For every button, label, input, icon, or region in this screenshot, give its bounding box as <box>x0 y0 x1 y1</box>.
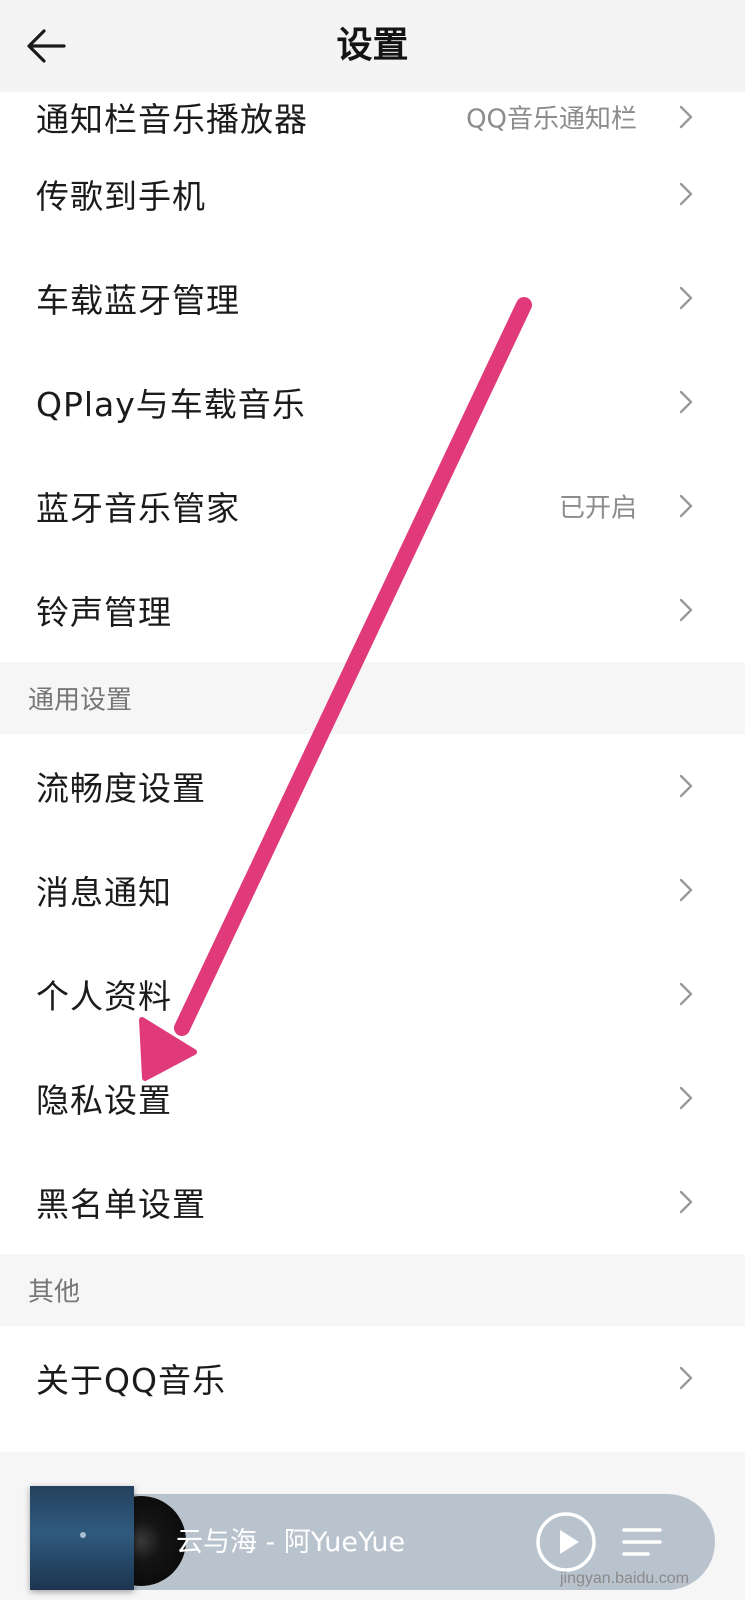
section-title: 通用设置 <box>28 685 133 716</box>
chevron-right-icon <box>679 598 693 622</box>
album-cover[interactable] <box>30 1486 134 1590</box>
chevron-right-icon <box>679 286 693 310</box>
settings-row-label: QPlay与车载音乐 <box>36 385 306 424</box>
chevron-right-icon <box>679 1086 693 1110</box>
settings-row-value: 已开启 <box>558 493 637 524</box>
chevron-right-icon <box>679 982 693 1006</box>
settings-row-profile[interactable]: 个人资料 <box>0 942 745 1046</box>
chevron-right-icon <box>679 878 693 902</box>
settings-row-blacklist[interactable]: 黑名单设置 <box>0 1150 745 1254</box>
chevron-right-icon <box>679 105 693 129</box>
playlist-icon[interactable] <box>620 1522 664 1562</box>
settings-row-notification-player[interactable]: 通知栏音乐播放器 QQ音乐通知栏 <box>0 92 745 142</box>
settings-row-label: 铃声管理 <box>36 593 172 632</box>
settings-row-bluetooth-music[interactable]: 蓝牙音乐管家 已开启 <box>0 454 745 558</box>
settings-row-privacy[interactable]: 隐私设置 <box>0 1046 745 1150</box>
settings-row-value: QQ音乐通知栏 <box>466 104 637 135</box>
page-title: 设置 <box>336 25 409 66</box>
settings-row-label: 蓝牙音乐管家 <box>36 489 240 528</box>
settings-row-label: 传歌到手机 <box>36 177 206 216</box>
song-title: 云与海 - 阿YueYue <box>176 1527 406 1558</box>
settings-row-qplay[interactable]: QPlay与车载音乐 <box>0 350 745 454</box>
settings-row-about[interactable]: 关于QQ音乐 <box>0 1326 745 1430</box>
chevron-right-icon <box>679 390 693 414</box>
settings-row-smoothness[interactable]: 流畅度设置 <box>0 734 745 838</box>
section-header-other: 其他 <box>0 1254 745 1326</box>
chevron-right-icon <box>679 1366 693 1390</box>
settings-list: 通知栏音乐播放器 QQ音乐通知栏 传歌到手机 车载蓝牙管理 QPlay与车载音乐… <box>0 92 745 1430</box>
settings-row-ringtone[interactable]: 铃声管理 <box>0 558 745 662</box>
settings-row-notifications[interactable]: 消息通知 <box>0 838 745 942</box>
settings-row-label: 黑名单设置 <box>36 1185 206 1224</box>
settings-row-label: 通知栏音乐播放器 <box>36 100 308 139</box>
chevron-right-icon <box>679 182 693 206</box>
chevron-right-icon <box>679 774 693 798</box>
watermark: jingyan.baidu.com <box>560 1570 689 1587</box>
settings-row-label: 流畅度设置 <box>36 769 206 808</box>
settings-row-label: 关于QQ音乐 <box>36 1361 226 1400</box>
section-header-general: 通用设置 <box>0 662 745 734</box>
header-bar: 设置 <box>0 0 745 92</box>
settings-row-car-bluetooth[interactable]: 车载蓝牙管理 <box>0 246 745 350</box>
album-art-icon <box>80 1532 86 1538</box>
settings-row-label: 隐私设置 <box>36 1081 172 1120</box>
settings-row-label: 消息通知 <box>36 873 172 912</box>
play-icon[interactable] <box>534 1510 598 1574</box>
chevron-right-icon <box>679 494 693 518</box>
chevron-right-icon <box>679 1190 693 1214</box>
settings-row-transfer-songs[interactable]: 传歌到手机 <box>0 142 745 246</box>
section-title: 其他 <box>28 1277 81 1308</box>
settings-row-label: 车载蓝牙管理 <box>36 281 240 320</box>
settings-row-label: 个人资料 <box>36 977 172 1016</box>
